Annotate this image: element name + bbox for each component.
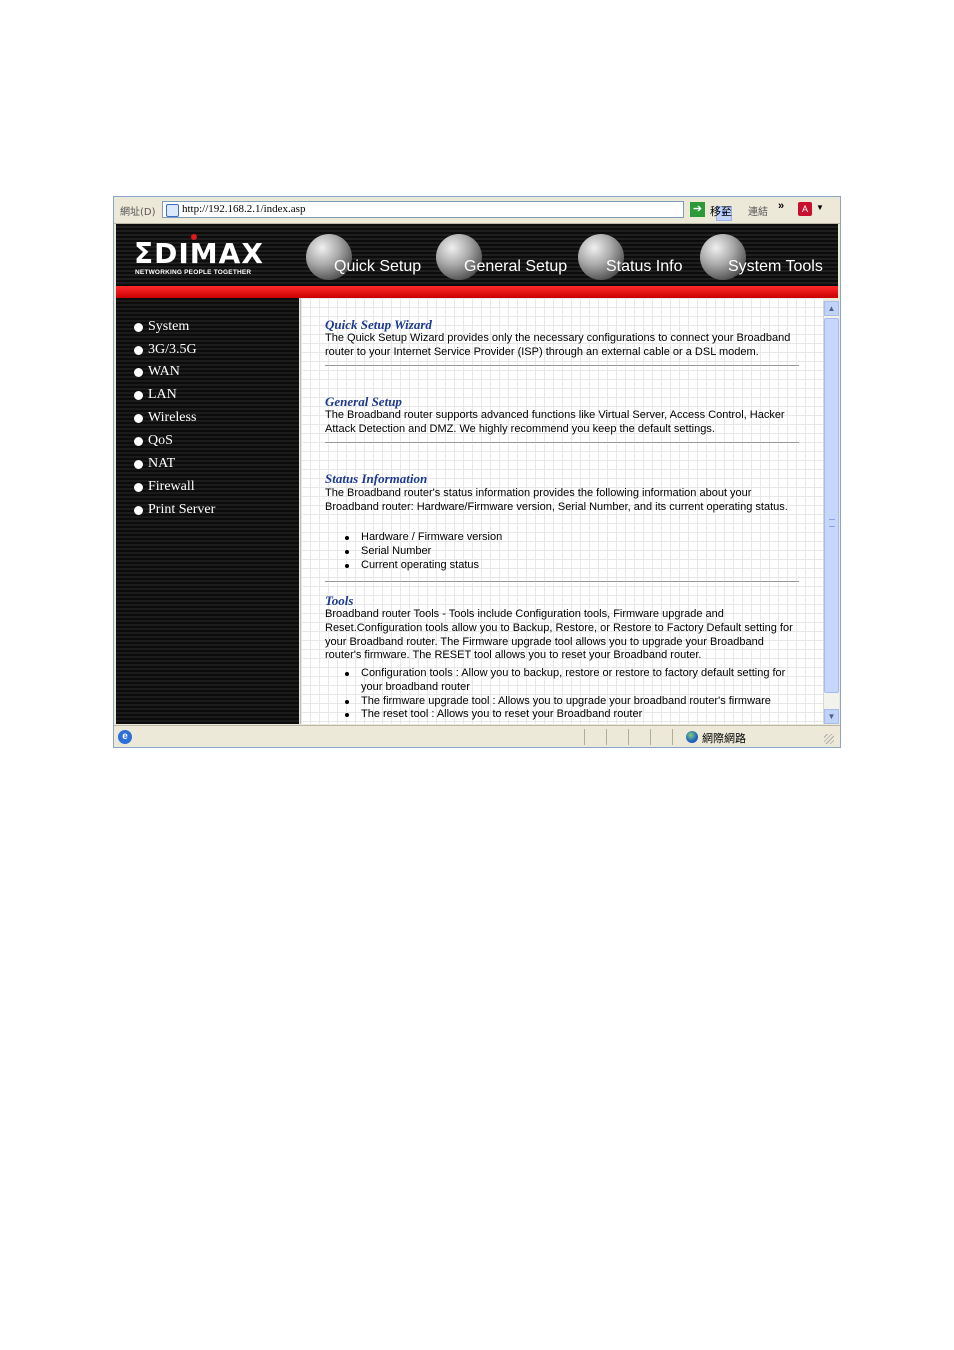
scroll-down-icon[interactable]: ▼ — [824, 709, 839, 724]
section-text-tools: Broadband router Tools - Tools include C… — [325, 608, 793, 662]
list-item: The firmware upgrade tool : Allows you t… — [339, 695, 799, 709]
bullet-icon — [134, 483, 143, 492]
address-bar: 網址(D) http://192.168.2.1/index.asp ▼ ➔ 移… — [114, 197, 840, 224]
section-title-general-setup: General Setup — [325, 394, 402, 409]
bullet-icon — [134, 414, 143, 423]
router-header: ΣDIMAX NETWORKING PEOPLE TOGETHER Quick … — [116, 224, 838, 286]
grip-icon — [829, 519, 835, 527]
bullet-icon — [134, 437, 143, 446]
status-bar: e 網際網路 — [114, 725, 840, 747]
bullet-icon — [134, 506, 143, 515]
status-bullet-list: Hardware / Firmware version Serial Numbe… — [339, 531, 799, 572]
edimax-logo: ΣDIMAX NETWORKING PEOPLE TOGETHER — [134, 234, 280, 278]
sidebar: System 3G/3.5G WAN LAN Wireless QoS NAT … — [116, 298, 299, 724]
pdf-icon[interactable]: A — [798, 202, 812, 216]
status-divider — [672, 729, 673, 745]
vertical-scrollbar[interactable]: ▲ ▼ — [823, 301, 839, 724]
status-divider — [584, 729, 585, 745]
status-divider — [650, 729, 651, 745]
section-text-quick-setup: The Quick Setup Wizard provides only the… — [325, 332, 791, 358]
divider — [325, 365, 799, 367]
logo-tagline: NETWORKING PEOPLE TOGETHER — [135, 269, 252, 276]
links-label[interactable]: 連結 — [748, 203, 768, 218]
nav-general-setup[interactable]: General Setup — [436, 234, 581, 280]
address-label: 網址(D) — [120, 207, 156, 218]
resize-grip-icon[interactable] — [824, 734, 834, 744]
section-text-general-setup: The Broadband router supports advanced f… — [325, 409, 785, 435]
status-divider — [628, 729, 629, 745]
content-pane: Quick Setup Wizard The Quick Setup Wizar… — [300, 298, 824, 724]
section-text-status-info: The Broadband router's status informatio… — [325, 487, 788, 513]
url-text: http://192.168.2.1/index.asp — [182, 203, 306, 215]
bullet-icon — [134, 323, 143, 332]
logo-dot — [191, 234, 197, 240]
nav-label: General Setup — [464, 258, 568, 275]
nav-system-tools[interactable]: System Tools — [700, 234, 836, 280]
nav-status-info[interactable]: Status Info — [578, 234, 698, 280]
nav-label: System Tools — [728, 258, 823, 275]
bullet-icon — [134, 391, 143, 400]
go-arrow-icon[interactable]: ➔ — [690, 202, 705, 217]
bullet-icon — [134, 460, 143, 469]
bullet-icon — [134, 368, 143, 377]
status-divider — [606, 729, 607, 745]
nav-label: Status Info — [606, 258, 683, 275]
header-red-bar — [116, 286, 838, 298]
list-item: Hardware / Firmware version — [339, 531, 799, 545]
page-icon — [166, 204, 179, 217]
ie-page-icon: e — [118, 730, 132, 744]
list-item: Configuration tools : Allow you to backu… — [339, 667, 799, 695]
scroll-thumb[interactable] — [824, 318, 839, 693]
divider — [325, 581, 799, 583]
bullet-icon — [134, 346, 143, 355]
section-title-quick-setup: Quick Setup Wizard — [325, 317, 432, 332]
section-title-status-info: Status Information — [325, 471, 428, 486]
tools-bullet-list: Configuration tools : Allow you to backu… — [339, 667, 799, 722]
browser-window: 網址(D) http://192.168.2.1/index.asp ▼ ➔ 移… — [113, 196, 841, 748]
more-chevron-icon[interactable]: » — [778, 200, 784, 212]
nav-quick-setup[interactable]: Quick Setup — [306, 234, 436, 280]
list-item: The reset tool : Allows you to reset you… — [339, 708, 799, 722]
list-item: Current operating status — [339, 559, 799, 573]
scroll-up-icon[interactable]: ▲ — [824, 301, 839, 316]
logo-wordmark: ΣDIMAX — [134, 237, 264, 270]
pdf-dropdown-icon[interactable]: ▼ — [816, 203, 824, 212]
nav-label: Quick Setup — [334, 258, 422, 275]
divider — [325, 442, 799, 444]
internet-globe-icon — [686, 731, 698, 743]
section-title-tools: Tools — [325, 593, 354, 608]
list-item: Serial Number — [339, 545, 799, 559]
security-zone-label: 網際網路 — [702, 732, 746, 745]
go-button[interactable]: 移至 — [710, 203, 732, 219]
url-field[interactable]: http://192.168.2.1/index.asp ▼ — [162, 201, 732, 221]
